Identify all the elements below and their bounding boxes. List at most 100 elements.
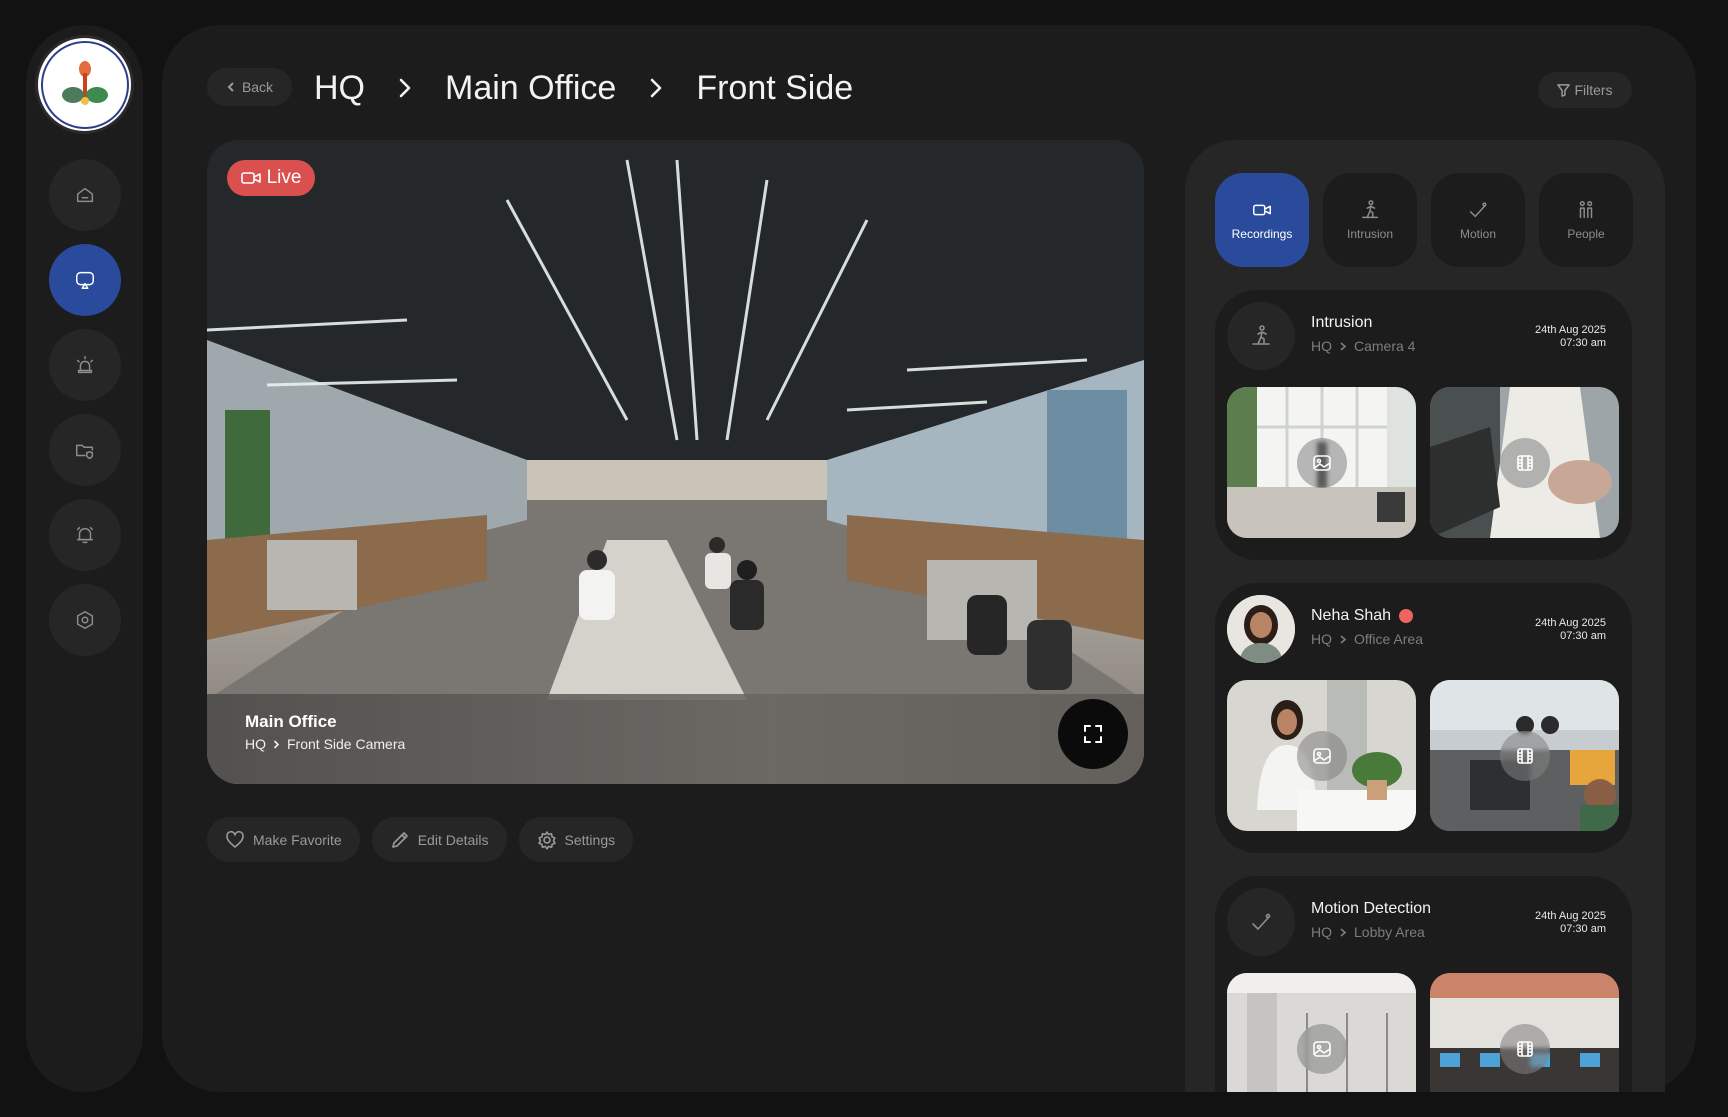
- nav-live-view[interactable]: [48, 244, 121, 316]
- event-title-text: Motion Detection: [1311, 900, 1432, 917]
- edit-details-button[interactable]: Edit Details: [371, 817, 507, 862]
- pencil-icon: [391, 831, 408, 848]
- film-icon: [1516, 1040, 1533, 1057]
- chevron-right-icon: [273, 739, 280, 749]
- event-video-thumbnail[interactable]: [1430, 680, 1619, 831]
- chevron-right-icon: [365, 77, 445, 99]
- people-icon: [1579, 201, 1593, 219]
- nav-home[interactable]: [48, 159, 121, 231]
- event-date: 24th Aug 2025: [1535, 617, 1606, 629]
- intrusion-icon: [1361, 200, 1379, 219]
- event-timestamp: 24th Aug 2025 07:30 am: [1535, 324, 1606, 350]
- play-video-button[interactable]: [1499, 1023, 1550, 1074]
- event-location: HQ Lobby Area: [1311, 924, 1425, 940]
- event-snapshot-thumbnail[interactable]: [1227, 387, 1416, 538]
- status-indicator: [1399, 609, 1414, 623]
- folder-shield-icon: [75, 444, 93, 459]
- event-title: Intrusion: [1311, 314, 1372, 332]
- feed-location: HQ Front Side Camera: [245, 736, 405, 752]
- intrusion-icon: [1252, 325, 1270, 345]
- sidebar: [26, 25, 143, 1092]
- bell-icon: [76, 526, 93, 544]
- event-snapshot-thumbnail[interactable]: [1227, 973, 1416, 1092]
- play-video-button[interactable]: [1499, 437, 1550, 488]
- siren-icon: [76, 356, 93, 374]
- breadcrumb-main-office[interactable]: Main Office: [445, 69, 616, 108]
- emblem-icon: [61, 60, 108, 105]
- intrusion-event-icon: [1227, 302, 1295, 370]
- feed-location-site: HQ: [245, 736, 266, 752]
- event-title: Motion Detection: [1311, 900, 1431, 918]
- image-icon: [1312, 1040, 1331, 1057]
- edit-details-label: Edit Details: [417, 831, 489, 848]
- organization-logo[interactable]: [35, 35, 134, 134]
- breadcrumb-hq[interactable]: HQ: [314, 69, 365, 108]
- video-camera-icon: [240, 172, 261, 184]
- tab-motion[interactable]: Motion: [1431, 173, 1525, 267]
- view-image-button[interactable]: [1296, 1023, 1347, 1074]
- event-location: HQ Office Area: [1311, 631, 1423, 647]
- event-location-site: HQ: [1311, 338, 1332, 354]
- event-card-intrusion[interactable]: Intrusion HQ Camera 4 24th Aug 2025 07:3…: [1215, 290, 1632, 560]
- breadcrumb-front-side: Front Side: [696, 68, 854, 107]
- filter-icon: [1557, 83, 1571, 97]
- event-location-area: Camera 4: [1354, 338, 1416, 354]
- feed-title: Main Office: [245, 712, 337, 731]
- image-icon: [1312, 454, 1331, 471]
- cast-screen-icon: [75, 271, 94, 289]
- film-icon: [1516, 454, 1533, 471]
- fullscreen-button[interactable]: [1058, 699, 1128, 769]
- event-timestamp: 24th Aug 2025 07:30 am: [1535, 910, 1606, 936]
- image-icon: [1312, 747, 1331, 764]
- film-icon: [1516, 747, 1533, 764]
- event-title-text: Intrusion: [1311, 314, 1373, 331]
- event-time: 07:30 am: [1560, 337, 1606, 349]
- event-location-site: HQ: [1311, 924, 1332, 940]
- chevron-right-icon: [1340, 341, 1346, 351]
- chevron-right-icon: [1340, 927, 1346, 937]
- event-location-area: Office Area: [1354, 631, 1424, 647]
- nav-alerts[interactable]: [48, 329, 121, 401]
- make-favorite-button[interactable]: Make Favorite: [207, 817, 360, 862]
- event-time: 07:30 am: [1560, 630, 1606, 642]
- settings-button[interactable]: Settings: [518, 817, 634, 862]
- hexagon-settings-icon: [76, 611, 93, 629]
- nav-notifications[interactable]: [48, 499, 121, 571]
- tab-people-label: People: [1567, 227, 1605, 241]
- event-location: HQ Camera 4: [1311, 338, 1415, 354]
- tab-recordings[interactable]: Recordings: [1215, 173, 1309, 267]
- motion-icon: [1469, 202, 1487, 218]
- home-icon: [76, 187, 93, 203]
- event-card-person[interactable]: Neha Shah HQ Office Area 24th Aug 2025 0…: [1215, 583, 1632, 853]
- event-tabs: Recordings Intrusion Motion People: [1215, 173, 1633, 267]
- back-button[interactable]: Back: [207, 68, 292, 106]
- tab-people[interactable]: People: [1539, 173, 1633, 267]
- event-snapshot-thumbnail[interactable]: [1227, 680, 1416, 831]
- breadcrumb: HQ Main Office Front Side: [314, 63, 853, 113]
- live-badge: Live: [227, 160, 315, 196]
- event-date: 24th Aug 2025: [1535, 324, 1606, 336]
- play-video-button[interactable]: [1499, 730, 1550, 781]
- chevron-right-icon: [616, 77, 696, 99]
- office-camera-image: [207, 140, 1144, 784]
- chevron-right-icon: [1340, 634, 1346, 644]
- filters-button[interactable]: Filters: [1538, 72, 1632, 108]
- event-card-motion[interactable]: Motion Detection HQ Lobby Area 24th Aug …: [1215, 876, 1632, 1092]
- event-video-thumbnail[interactable]: [1430, 973, 1619, 1092]
- tab-intrusion[interactable]: Intrusion: [1323, 173, 1417, 267]
- chevron-left-icon: [227, 82, 234, 92]
- event-video-thumbnail[interactable]: [1430, 387, 1619, 538]
- nav-files[interactable]: [48, 414, 121, 486]
- nav-settings[interactable]: [48, 584, 121, 656]
- gear-icon: [537, 830, 556, 850]
- feed-caption: Main Office HQ Front Side Camera: [207, 694, 1144, 784]
- live-camera-feed[interactable]: Live Main Office HQ Front Side Camera: [207, 140, 1144, 784]
- event-location-area: Lobby Area: [1354, 924, 1425, 940]
- event-timestamp: 24th Aug 2025 07:30 am: [1535, 617, 1606, 643]
- event-title-text: Neha Shah: [1311, 607, 1392, 624]
- settings-label: Settings: [564, 831, 616, 848]
- fullscreen-icon: [1084, 725, 1102, 743]
- avatar: [1227, 595, 1295, 663]
- view-image-button[interactable]: [1296, 730, 1347, 781]
- view-image-button[interactable]: [1296, 437, 1347, 488]
